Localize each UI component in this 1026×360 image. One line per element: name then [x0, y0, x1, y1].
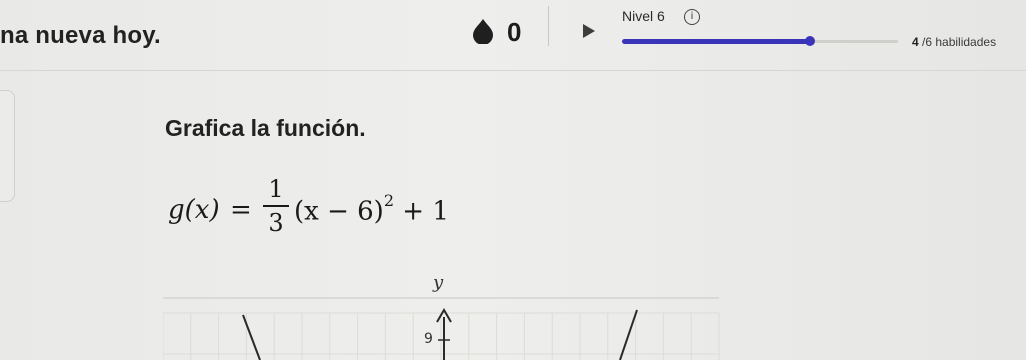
top-bar: na nueva hoy. 0 Nivel 6 i 4 /6 habilidad… [0, 0, 1026, 71]
skills-counter: 4 /6 habilidades [912, 35, 996, 49]
streak-message: na nueva hoy. [0, 22, 161, 49]
fraction-denominator: 3 [268, 209, 284, 237]
y-tick-label: 9 [424, 331, 433, 347]
function-name: g(x) [168, 195, 220, 225]
exponent: 2 [383, 191, 394, 210]
level-progress-fill [622, 39, 810, 44]
skills-total: /6 habilidades [918, 35, 997, 49]
level-progress-knob [805, 36, 815, 46]
fraction: 1 3 [263, 175, 289, 237]
fraction-bar [263, 205, 289, 207]
parabola-right-branch [619, 309, 638, 360]
info-icon[interactable]: i [684, 9, 700, 25]
level-label: Nivel 6 [622, 8, 665, 24]
level-progress-bar [622, 36, 898, 46]
constant-term: + 1 [394, 196, 449, 227]
parabola-left-branch [242, 314, 261, 360]
points-count: 0 [507, 17, 522, 47]
y-axis-label: y [433, 272, 444, 293]
skills-done: 4 [912, 35, 919, 49]
play-icon[interactable] [583, 24, 595, 38]
squared-term: (x − 6) [294, 196, 384, 227]
divider [548, 6, 549, 46]
equals-sign: = [230, 195, 252, 225]
fraction-numerator: 1 [268, 175, 284, 203]
drop-icon [473, 19, 493, 44]
graph-area[interactable]: y 9 [163, 260, 723, 360]
equation-rest: (x − 6)2 + 1 [294, 191, 449, 227]
side-panel-tab[interactable] [0, 90, 15, 202]
problem-prompt: Grafica la función. [165, 115, 366, 141]
